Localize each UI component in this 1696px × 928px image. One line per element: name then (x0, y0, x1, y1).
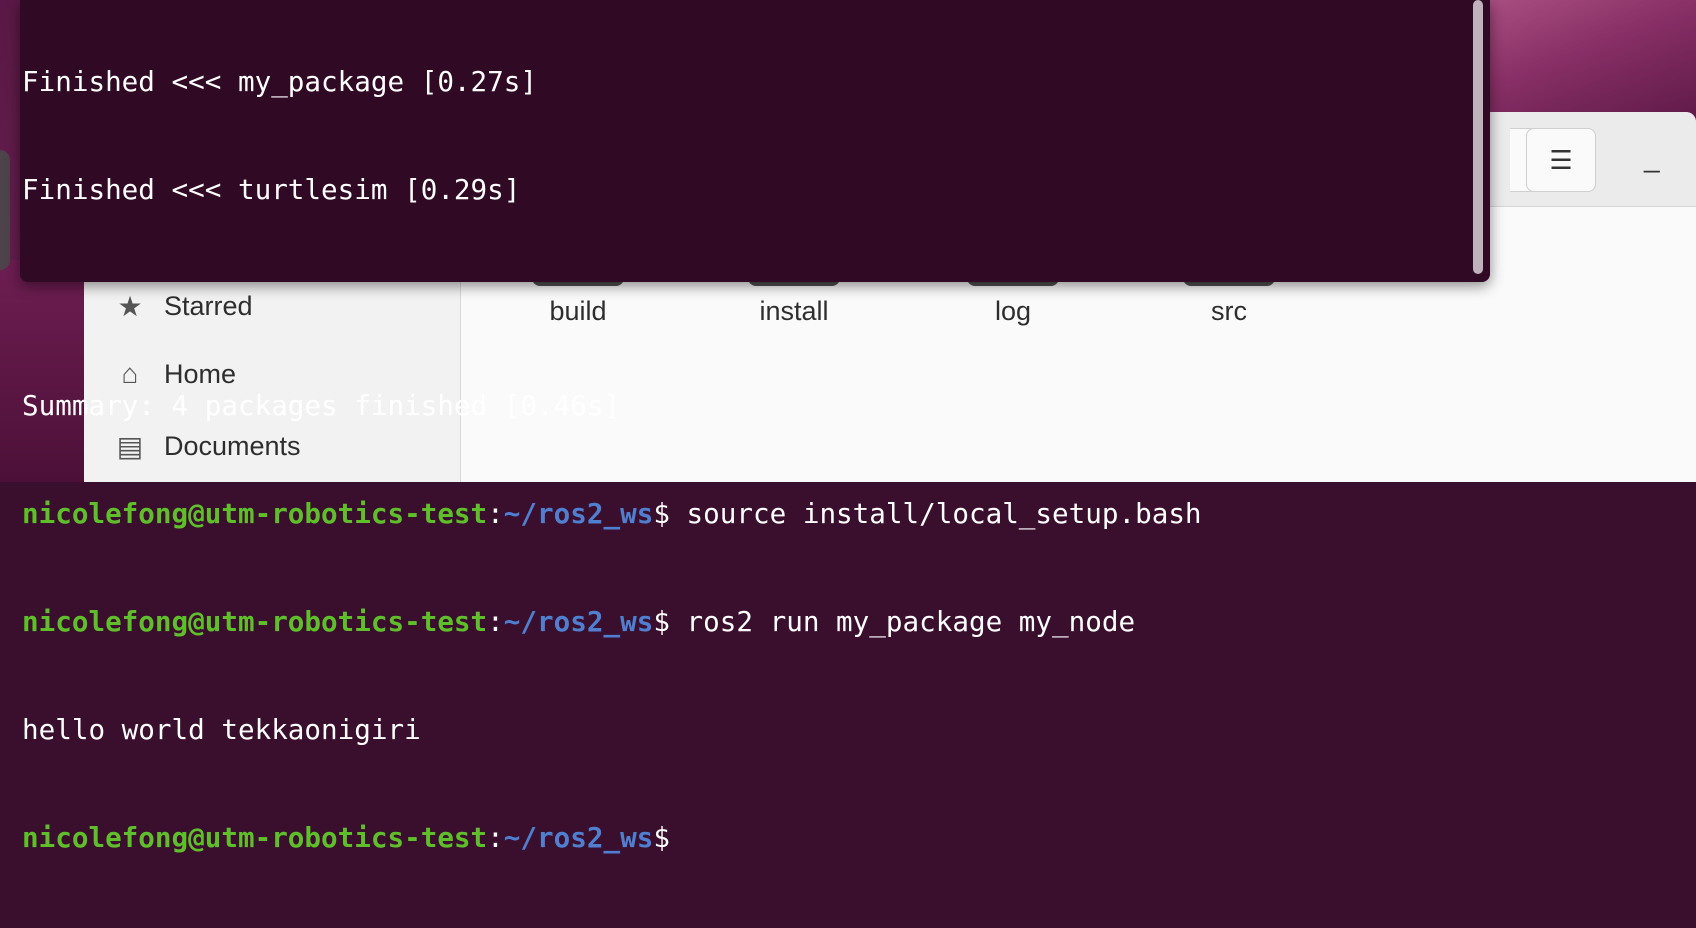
prompt-command: ros2 run my_package my_node (686, 605, 1136, 638)
prompt-path: ~/ros2_ws (503, 605, 654, 638)
hamburger-menu-icon: ☰ (1549, 144, 1573, 175)
prompt-user: nicolefong@utm-robotics-test (22, 821, 488, 854)
prompt-path: ~/ros2_ws (503, 497, 654, 530)
prompt-command: source install/local_setup.bash (686, 497, 1202, 530)
terminal-prompt-line: nicolefong@utm-robotics-test:~/ros2_ws$ … (22, 497, 1202, 530)
terminal-prompt-line: nicolefong@utm-robotics-test:~/ros2_ws$ … (22, 605, 1136, 638)
terminal-output[interactable]: Finished <<< my_package [0.27s] Finished… (22, 0, 1462, 928)
terminal-line: Finished <<< turtlesim [0.29s] (22, 173, 521, 206)
terminal-window[interactable]: Finished <<< my_package [0.27s] Finished… (20, 0, 1490, 854)
dock-edge[interactable] (0, 150, 10, 270)
prompt-user: nicolefong@utm-robotics-test (22, 497, 488, 530)
terminal-line: Finished <<< my_package [0.27s] (22, 65, 537, 98)
terminal-prompt-line: nicolefong@utm-robotics-test:~/ros2_ws$ (22, 821, 670, 854)
minimize-button[interactable]: _ (1644, 142, 1660, 174)
terminal-line: hello world tekkaonigiri (22, 713, 421, 746)
terminal-scrollbar[interactable] (1473, 0, 1483, 274)
prompt-user: nicolefong@utm-robotics-test (22, 605, 488, 638)
prompt-path: ~/ros2_ws (503, 821, 654, 854)
main-menu-button[interactable]: ☰ (1526, 128, 1596, 192)
minimize-icon: _ (1644, 142, 1660, 173)
terminal-line: Summary: 4 packages finished [0.46s] (22, 389, 621, 422)
